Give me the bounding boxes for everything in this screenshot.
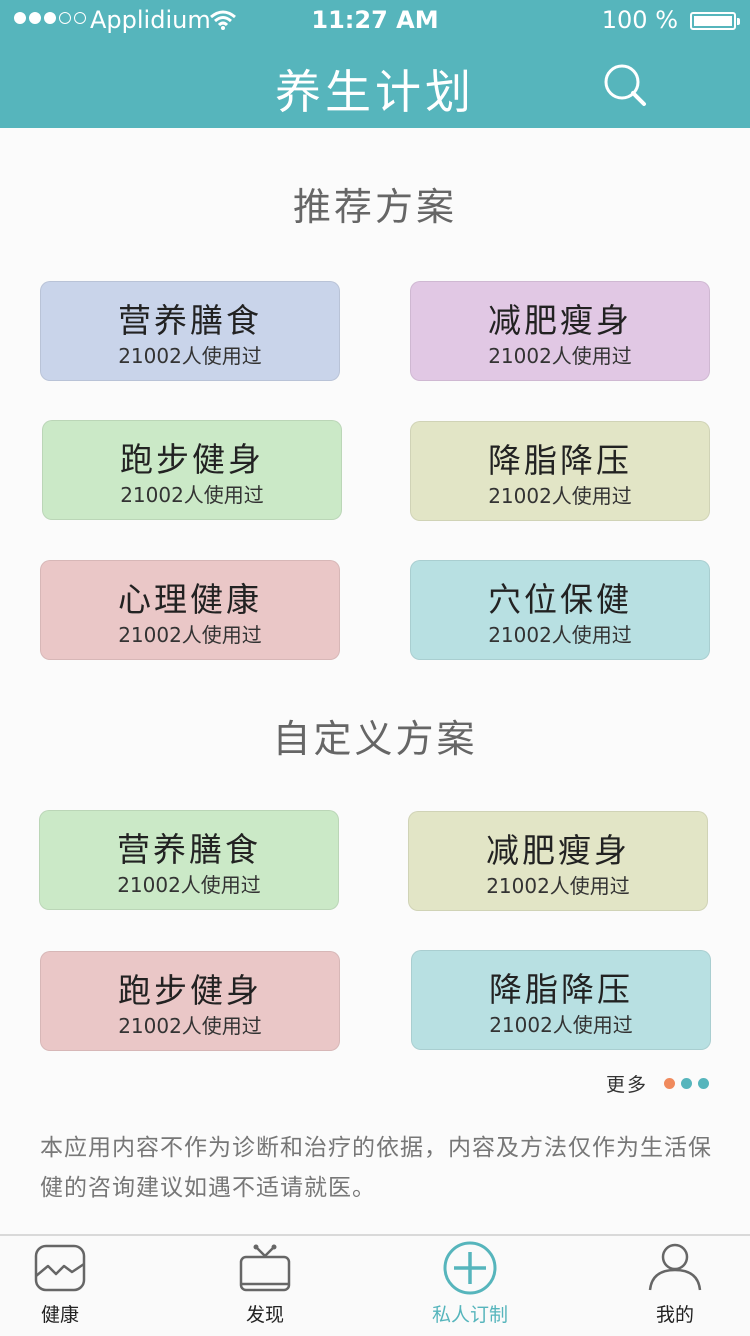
tab-discover[interactable]: 发现 xyxy=(195,1236,335,1336)
plan-card[interactable]: 营养膳食 21002人使用过 xyxy=(40,281,340,381)
custom-section-title: 自定义方案 xyxy=(272,717,478,761)
tv-icon xyxy=(239,1244,291,1292)
search-button[interactable] xyxy=(600,60,650,110)
plan-card-name: 穴位保健 xyxy=(488,580,632,619)
plan-card-usage-count: 21002人使用过 xyxy=(488,484,632,508)
plan-card-name: 营养膳食 xyxy=(118,301,262,340)
plan-card-usage-count: 21002人使用过 xyxy=(486,874,630,898)
plan-card-name: 减肥瘦身 xyxy=(486,831,630,870)
plan-card-name: 心理健康 xyxy=(118,580,262,619)
plan-card[interactable]: 降脂降压 21002人使用过 xyxy=(411,950,711,1050)
plan-card-usage-count: 21002人使用过 xyxy=(117,873,261,897)
tab-health-label: 健康 xyxy=(40,1304,79,1326)
more-dots-icon xyxy=(664,1078,710,1089)
plan-card-name: 降脂降压 xyxy=(489,970,633,1009)
plan-card-usage-count: 21002人使用过 xyxy=(488,623,632,647)
plan-card-usage-count: 21002人使用过 xyxy=(488,344,632,368)
tab-custom-plan-label: 私人订制 xyxy=(431,1304,508,1326)
plan-card-usage-count: 21002人使用过 xyxy=(489,1013,633,1037)
battery-icon xyxy=(690,12,740,30)
plan-card-name: 降脂降压 xyxy=(488,441,632,480)
header-bar: Applidium 11:27 AM 100 % 养生计划 xyxy=(0,0,750,128)
plan-card[interactable]: 减肥瘦身 21002人使用过 xyxy=(408,811,708,911)
more-label: 更多 xyxy=(606,1074,649,1096)
tab-bar: 健康 发现 私人订制 我的 xyxy=(0,1234,750,1336)
health-chart-icon xyxy=(34,1244,86,1292)
plan-card-name: 跑步健身 xyxy=(118,971,262,1010)
recommended-section-title: 推荐方案 xyxy=(292,185,457,229)
plan-card-name: 减肥瘦身 xyxy=(488,301,632,340)
tab-discover-label: 发现 xyxy=(245,1304,284,1326)
tab-mine[interactable]: 我的 xyxy=(605,1236,745,1336)
battery-percentage: 100 % xyxy=(601,6,678,34)
plan-card-usage-count: 21002人使用过 xyxy=(118,344,262,368)
tab-mine-label: 我的 xyxy=(655,1304,694,1326)
status-bar: Applidium 11:27 AM 100 % xyxy=(0,4,750,34)
plan-card[interactable]: 跑步健身 21002人使用过 xyxy=(42,420,342,520)
plan-card[interactable]: 心理健康 21002人使用过 xyxy=(40,560,340,660)
more-link[interactable]: 更多 xyxy=(606,1070,710,1097)
plan-card[interactable]: 营养膳食 21002人使用过 xyxy=(39,810,339,910)
plan-card-name: 跑步健身 xyxy=(120,440,264,479)
plan-card[interactable]: 穴位保健 21002人使用过 xyxy=(410,560,710,660)
plan-card[interactable]: 减肥瘦身 21002人使用过 xyxy=(410,281,710,381)
person-icon xyxy=(648,1243,702,1291)
plan-card-usage-count: 21002人使用过 xyxy=(118,1014,262,1038)
plan-card-usage-count: 21002人使用过 xyxy=(120,483,264,507)
disclaimer-text: 本应用内容不作为诊断和治疗的依据，内容及方法仅作为生活保健的咨询建议如遇不适请就… xyxy=(40,1135,712,1201)
search-icon xyxy=(604,64,646,106)
plan-card[interactable]: 跑步健身 21002人使用过 xyxy=(40,951,340,1051)
plan-card-usage-count: 21002人使用过 xyxy=(118,623,262,647)
tab-health[interactable]: 健康 xyxy=(0,1236,130,1336)
plan-card-name: 营养膳食 xyxy=(117,830,261,869)
plan-card[interactable]: 降脂降压 21002人使用过 xyxy=(410,421,710,521)
plus-circle-icon xyxy=(443,1241,497,1295)
tab-custom-plan[interactable]: 私人订制 xyxy=(400,1236,540,1336)
